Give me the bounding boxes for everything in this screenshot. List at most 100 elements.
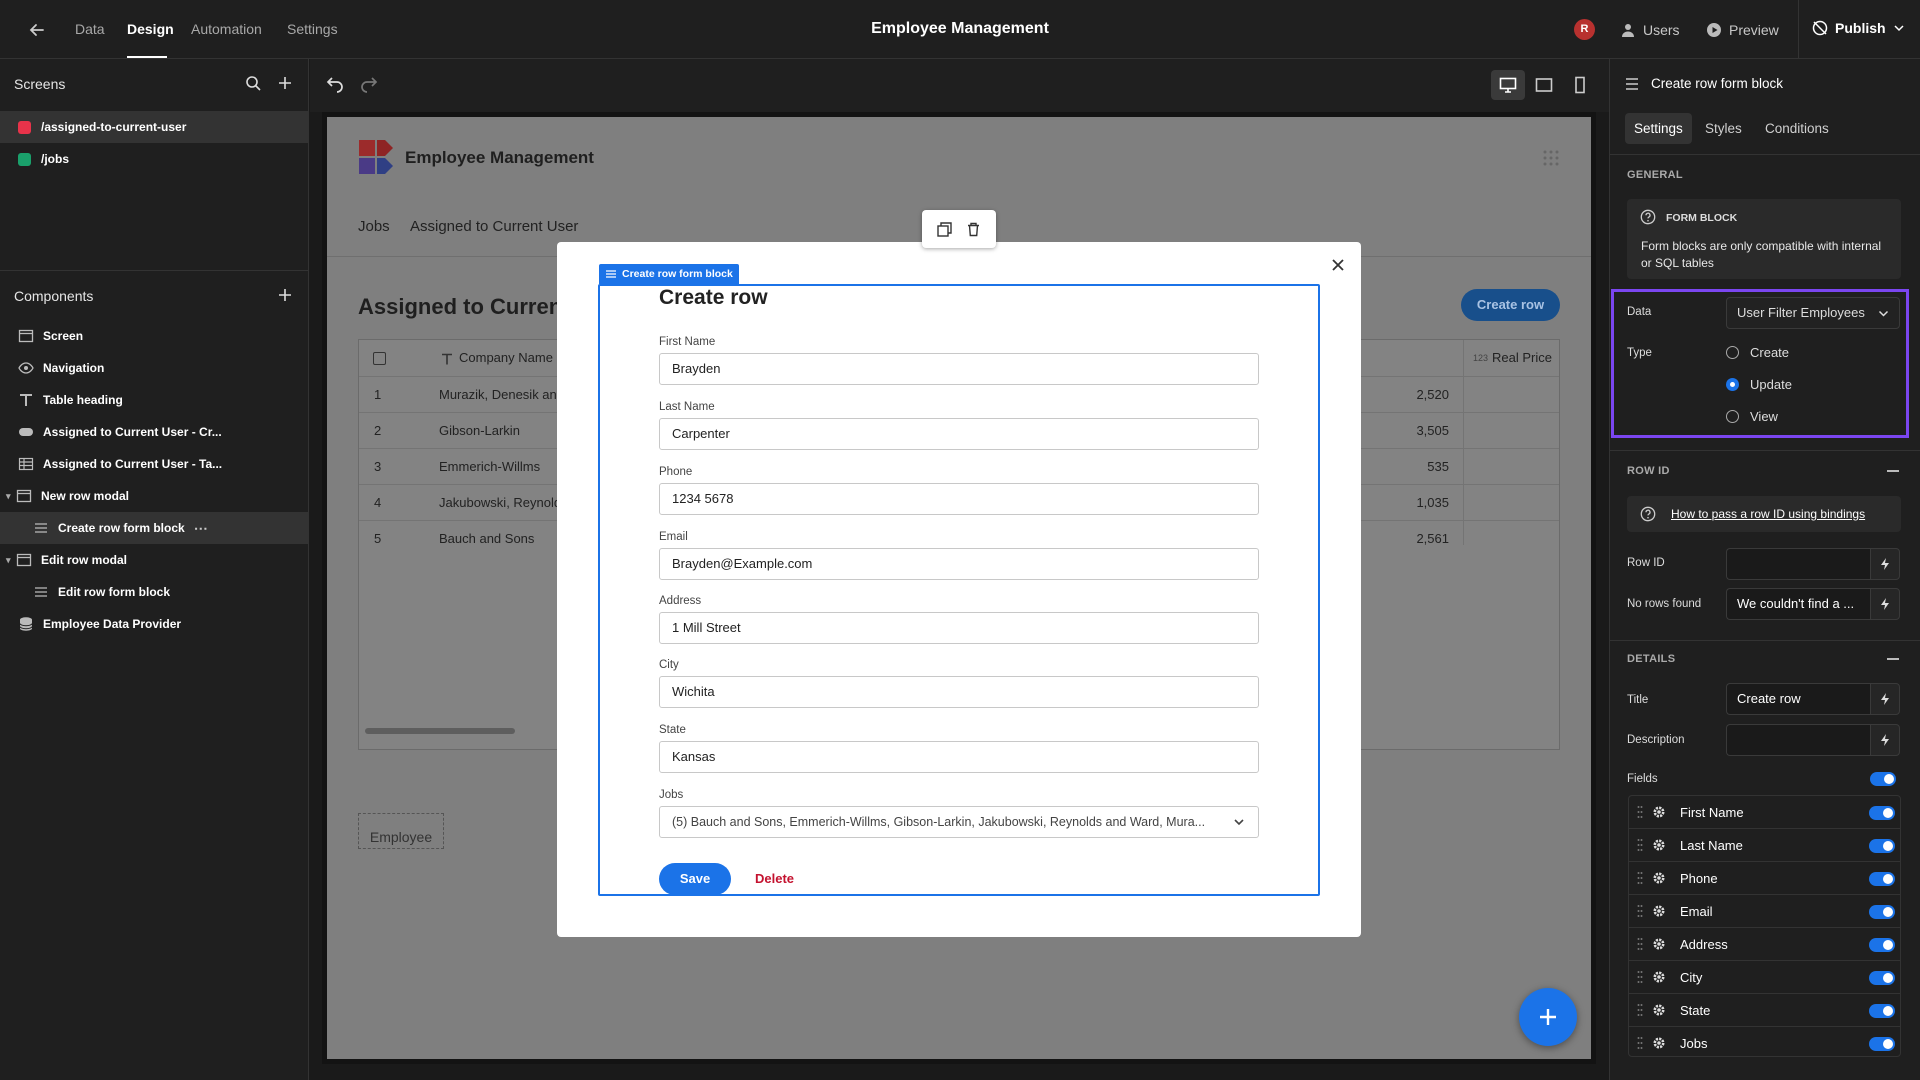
drag-handle-icon[interactable] <box>1637 871 1643 885</box>
field-toggle[interactable] <box>1869 839 1895 853</box>
gear-icon[interactable] <box>1652 1003 1666 1017</box>
gear-icon[interactable] <box>1652 937 1666 951</box>
field-row-last-name[interactable]: Last Name <box>1629 829 1900 862</box>
drag-handle-icon[interactable] <box>1637 805 1643 819</box>
state-input[interactable]: Kansas <box>659 741 1259 773</box>
tab-data[interactable]: Data <box>75 21 105 37</box>
collapse-icon[interactable] <box>1887 470 1899 472</box>
drag-handle-icon[interactable] <box>1637 970 1643 984</box>
create-row-button[interactable]: Create row <box>1461 289 1560 321</box>
duplicate-icon[interactable] <box>937 221 952 237</box>
drag-handle-icon[interactable] <box>1637 937 1643 951</box>
screen-item-assigned[interactable]: /assigned-to-current-user <box>0 111 308 143</box>
drag-handle-icon[interactable] <box>1637 904 1643 918</box>
column-header-company[interactable]: Company Name <box>459 340 553 376</box>
no-rows-input[interactable]: We couldn't find a ... <box>1726 588 1870 620</box>
row-id-binding-button[interactable] <box>1870 548 1900 580</box>
field-row-address[interactable]: Address <box>1629 928 1900 961</box>
component-data-provider[interactable]: Employee Data Provider <box>0 608 308 640</box>
no-rows-binding-button[interactable] <box>1870 588 1900 620</box>
back-arrow-icon[interactable] <box>27 20 47 40</box>
mobile-view-button[interactable] <box>1563 70 1597 100</box>
title-input[interactable]: Create row <box>1726 683 1870 715</box>
component-navigation[interactable]: Navigation <box>0 352 308 384</box>
chevron-down-icon[interactable] <box>1232 815 1246 829</box>
component-screen[interactable]: Screen <box>0 320 308 352</box>
city-input[interactable]: Wichita <box>659 676 1259 708</box>
tab-automation[interactable]: Automation <box>191 21 262 37</box>
gear-icon[interactable] <box>1652 838 1666 852</box>
field-row-jobs[interactable]: Jobs <box>1629 1027 1900 1056</box>
trash-icon[interactable] <box>966 222 981 237</box>
nav-link-jobs[interactable]: Jobs <box>358 218 390 235</box>
gear-icon[interactable] <box>1652 904 1666 918</box>
collapse-icon[interactable] <box>1887 658 1899 660</box>
field-toggle[interactable] <box>1869 806 1895 820</box>
tab-design[interactable]: Design <box>127 21 174 37</box>
table-scrollbar[interactable] <box>365 728 515 734</box>
field-toggle[interactable] <box>1869 971 1895 985</box>
description-binding-button[interactable] <box>1870 724 1900 756</box>
component-edit-row-form-block[interactable]: Edit row form block <box>0 576 308 608</box>
delete-button[interactable]: Delete <box>755 871 794 886</box>
form-block-tag[interactable]: Create row form block <box>599 264 739 284</box>
search-icon[interactable] <box>245 75 261 91</box>
type-radio-create[interactable]: Create <box>1726 345 1789 360</box>
jobs-select[interactable]: (5) Bauch and Sons, Emmerich-Willms, Gib… <box>659 806 1259 838</box>
undo-icon[interactable] <box>325 73 345 93</box>
employee-placeholder[interactable]: Employee <box>358 813 444 849</box>
field-row-phone[interactable]: Phone <box>1629 862 1900 895</box>
last-name-input[interactable]: Carpenter <box>659 418 1259 450</box>
tab-settings-panel[interactable]: Settings <box>1625 113 1692 144</box>
tab-conditions[interactable]: Conditions <box>1756 113 1838 144</box>
tab-settings[interactable]: Settings <box>287 21 338 37</box>
row-id-input[interactable] <box>1726 548 1870 580</box>
component-table[interactable]: Assigned to Current User - Ta... <box>0 448 308 480</box>
type-radio-view[interactable]: View <box>1726 409 1778 424</box>
add-component-fab[interactable] <box>1519 988 1577 1046</box>
screen-item-jobs[interactable]: /jobs <box>0 143 308 175</box>
more-options-icon[interactable]: ⋯ <box>194 520 208 537</box>
avatar[interactable]: R <box>1574 19 1595 40</box>
component-new-row-modal[interactable]: ▾ New row modal <box>0 480 308 512</box>
title-binding-button[interactable] <box>1870 683 1900 715</box>
field-row-city[interactable]: City <box>1629 961 1900 994</box>
field-row-state[interactable]: State <box>1629 994 1900 1027</box>
address-input[interactable]: 1 Mill Street <box>659 612 1259 644</box>
drag-handle-icon[interactable] <box>1637 1003 1643 1017</box>
email-input[interactable]: Brayden@Example.com <box>659 548 1259 580</box>
component-create-row-form-block[interactable]: Create row form block ⋯ <box>0 512 308 544</box>
gear-icon[interactable] <box>1652 805 1666 819</box>
field-toggle[interactable] <box>1869 1037 1895 1051</box>
redo-icon[interactable] <box>359 73 379 93</box>
add-component-icon[interactable] <box>277 287 293 303</box>
field-toggle[interactable] <box>1869 1004 1895 1018</box>
component-table-heading[interactable]: Table heading <box>0 384 308 416</box>
gear-icon[interactable] <box>1652 871 1666 885</box>
field-toggle[interactable] <box>1869 938 1895 952</box>
preview-button[interactable]: Preview <box>1706 20 1779 40</box>
first-name-input[interactable]: Brayden <box>659 353 1259 385</box>
phone-input[interactable]: 1234 5678 <box>659 483 1259 515</box>
description-input[interactable] <box>1726 724 1870 756</box>
publish-button[interactable]: Publish <box>1812 20 1905 36</box>
grid-icon[interactable] <box>1542 149 1560 167</box>
component-create-button[interactable]: Assigned to Current User - Cr... <box>0 416 308 448</box>
component-edit-row-modal[interactable]: ▾ Edit row modal <box>0 544 308 576</box>
fields-master-toggle[interactable] <box>1870 772 1896 786</box>
data-source-select[interactable]: User Filter Employees <box>1726 297 1900 329</box>
field-toggle[interactable] <box>1869 872 1895 886</box>
drag-handle-icon[interactable] <box>1637 1036 1643 1050</box>
field-row-first-name[interactable]: First Name <box>1629 796 1900 829</box>
nav-link-assigned[interactable]: Assigned to Current User <box>410 218 578 235</box>
chevron-down-icon[interactable]: ▾ <box>6 491 16 502</box>
select-all-checkbox[interactable] <box>373 352 386 365</box>
drag-handle-icon[interactable] <box>1637 838 1643 852</box>
chevron-down-icon[interactable]: ▾ <box>6 555 16 566</box>
close-icon[interactable] <box>1329 256 1347 274</box>
gear-icon[interactable] <box>1652 1036 1666 1050</box>
tab-styles[interactable]: Styles <box>1696 113 1751 144</box>
field-toggle[interactable] <box>1869 905 1895 919</box>
type-radio-update[interactable]: Update <box>1726 377 1792 392</box>
column-header-price[interactable]: Real Price <box>1492 340 1552 376</box>
